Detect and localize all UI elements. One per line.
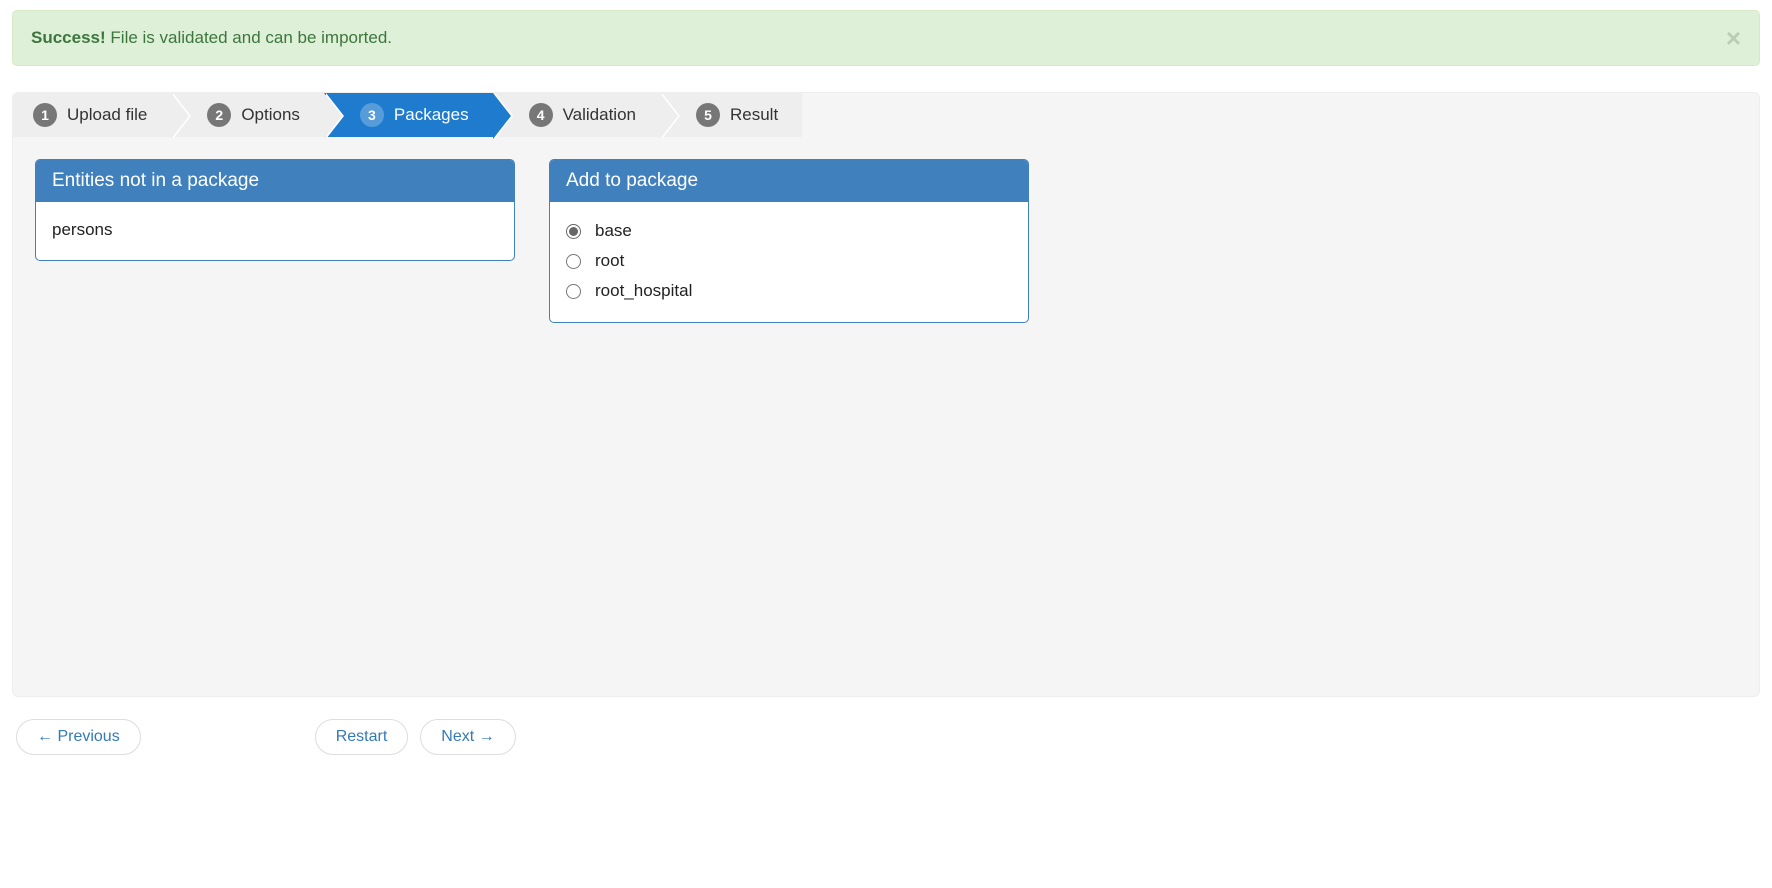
package-option-label: base [595,221,632,241]
wizard-step-options[interactable]: 2 Options [171,93,324,137]
package-radio[interactable] [566,284,581,299]
wizard-step-result[interactable]: 5 Result [660,93,802,137]
package-radio[interactable] [566,224,581,239]
alert-strong: Success! [31,28,106,47]
wizard-step-packages[interactable]: 3 Packages [324,93,493,137]
package-radio[interactable] [566,254,581,269]
step-number: 4 [529,103,553,127]
step-label: Result [730,105,778,125]
entities-panel: Entities not in a package persons [35,159,515,261]
wizard-step-upload-file[interactable]: 1 Upload file [13,93,171,137]
step-number: 5 [696,103,720,127]
step-label: Upload file [67,105,147,125]
entity-item[interactable]: persons [52,216,498,244]
previous-button[interactable]: ← Previous [16,719,141,755]
package-option-root[interactable]: root [566,246,1012,276]
step-number: 1 [33,103,57,127]
success-alert: Success! File is validated and can be im… [12,10,1760,66]
package-option-label: root_hospital [595,281,692,301]
step-label: Packages [394,105,469,125]
add-to-package-panel: Add to package base root root_hospital [549,159,1029,323]
entities-panel-title: Entities not in a package [36,160,514,202]
package-option-root_hospital[interactable]: root_hospital [566,276,1012,306]
package-option-base[interactable]: base [566,216,1012,246]
add-panel-title: Add to package [550,160,1028,202]
step-label: Validation [563,105,636,125]
step-label: Options [241,105,300,125]
step-number: 2 [207,103,231,127]
alert-text: File is validated and can be imported. [110,28,392,47]
wizard-footer: ← Previous Restart Next → [12,697,1760,773]
close-icon[interactable]: × [1726,25,1741,51]
main-content: Entities not in a package persons Add to… [12,137,1760,697]
wizard-steps: 1 Upload file 2 Options 3 Packages 4 Validation… [12,92,1760,137]
restart-button[interactable]: Restart [315,719,409,755]
next-button[interactable]: Next → [420,719,515,755]
package-option-label: root [595,251,624,271]
wizard-step-validation[interactable]: 4 Validation [493,93,660,137]
step-number: 3 [360,103,384,127]
